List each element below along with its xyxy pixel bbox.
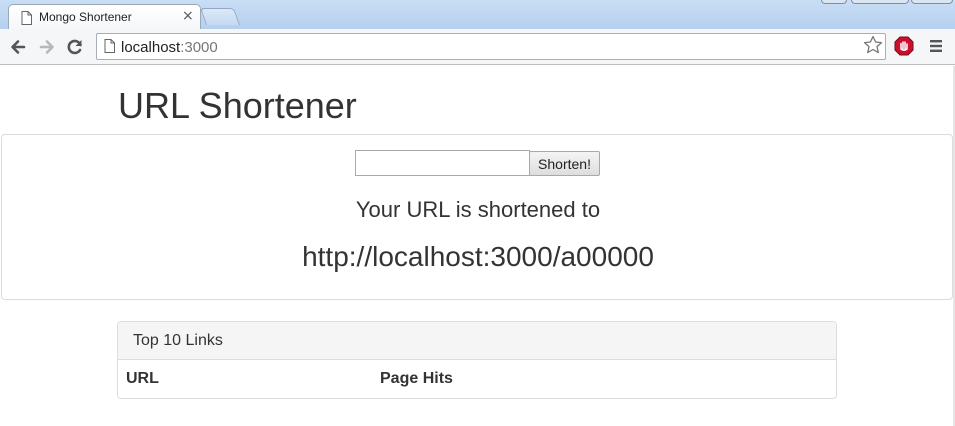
- back-arrow-icon[interactable]: [8, 37, 28, 57]
- adblock-icon[interactable]: [894, 36, 914, 61]
- star-icon[interactable]: [863, 35, 883, 60]
- top-links-panel: Top 10 Links URL Page Hits: [117, 321, 837, 399]
- page-icon: [104, 39, 115, 58]
- column-header-page-hits: Page Hits: [380, 370, 453, 387]
- top-links-heading: Top 10 Links: [118, 322, 836, 360]
- maximize-button[interactable]: [851, 0, 909, 4]
- close-window-button[interactable]: [911, 0, 953, 4]
- browser-tab[interactable]: Mongo Shortener ×: [8, 4, 201, 29]
- page-title: URL Shortener: [118, 85, 357, 126]
- shorten-button[interactable]: Shorten!: [529, 151, 600, 176]
- result-label: Your URL is shortened to: [355, 197, 601, 222]
- address-bar[interactable]: localhost:3000: [96, 33, 886, 60]
- minimize-button[interactable]: [821, 0, 847, 4]
- page-viewport: URL Shortener Shorten! Your URL is short…: [0, 66, 955, 426]
- address-host: localhost: [121, 39, 181, 56]
- browser-toolbar: localhost:3000: [0, 29, 955, 65]
- top-links-table-header: URL Page Hits: [118, 360, 836, 398]
- forward-arrow-icon[interactable]: [37, 37, 57, 57]
- hamburger-menu-icon[interactable]: [929, 39, 943, 58]
- document-icon: [21, 11, 32, 30]
- new-tab-button[interactable]: [199, 8, 241, 25]
- browser-titlebar: Mongo Shortener ×: [0, 0, 955, 29]
- reload-icon[interactable]: [65, 37, 85, 57]
- shorten-panel: Shorten! Your URL is shortened to http:/…: [1, 134, 953, 300]
- tab-close-button[interactable]: ×: [182, 8, 194, 24]
- url-input[interactable]: [355, 150, 530, 176]
- tab-title: Mongo Shortener: [39, 10, 132, 24]
- short-url: http://localhost:3000/a00000: [302, 241, 654, 272]
- address-text: localhost:3000: [121, 39, 218, 56]
- column-header-url: URL: [126, 370, 159, 387]
- address-port: :3000: [180, 39, 218, 56]
